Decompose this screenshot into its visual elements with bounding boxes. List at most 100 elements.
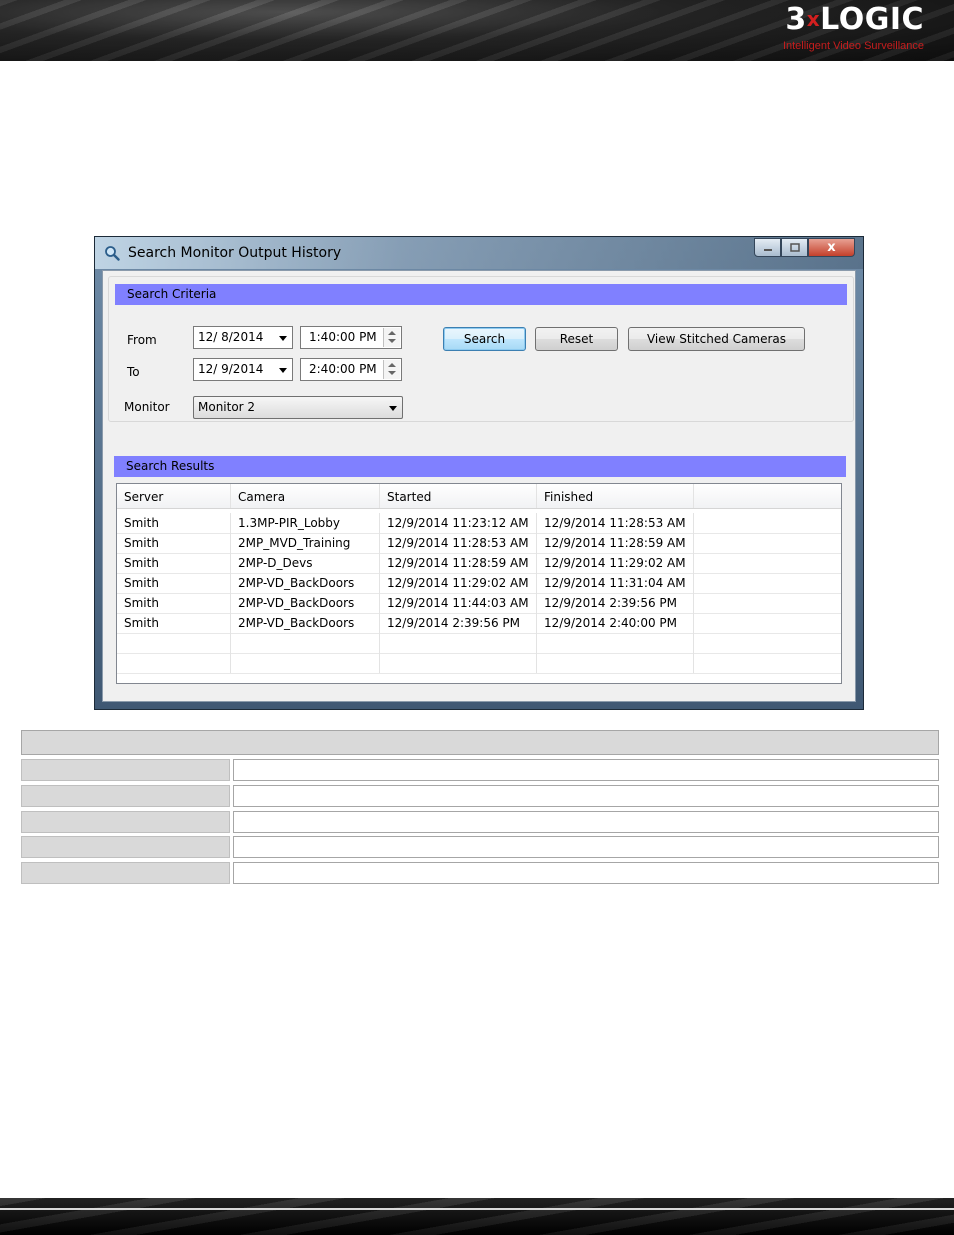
spin-up-icon[interactable] (388, 331, 396, 335)
info-table-value-cell (233, 759, 939, 781)
search-criteria-header: Search Criteria (115, 284, 847, 305)
close-icon: x (827, 240, 836, 255)
magnifier-icon (105, 246, 120, 261)
cell-server: Smith (117, 533, 231, 553)
table-row[interactable]: Smith 1.3MP-PIR_Lobby 12/9/2014 11:23:12… (117, 513, 841, 534)
table-row[interactable]: Smith 2MP-VD_BackDoors 12/9/2014 11:29:0… (117, 573, 841, 594)
logo-wordmark: 3xLOGIC (783, 2, 924, 37)
table-row[interactable]: Smith 2MP_MVD_Training 12/9/2014 11:28:5… (117, 533, 841, 554)
info-table-value-cell (233, 811, 939, 833)
info-table-value-cell (233, 836, 939, 858)
spin-down-icon[interactable] (388, 371, 396, 375)
from-date-picker[interactable]: 12/ 8/2014 (193, 326, 293, 349)
search-results-header: Search Results (114, 456, 846, 477)
info-table-label-cell (21, 836, 230, 858)
to-label: To (127, 365, 140, 379)
footer-divider (0, 1208, 954, 1210)
to-date-value: 12/ 9/2014 (198, 362, 264, 376)
info-table-value-cell (233, 862, 939, 884)
info-table-label-cell (21, 759, 230, 781)
cell-server (117, 653, 231, 673)
view-stitched-cameras-button[interactable]: View Stitched Cameras (628, 327, 805, 351)
spin-down-icon[interactable] (388, 339, 396, 343)
cell-extra (694, 593, 841, 613)
cell-finished (537, 633, 694, 653)
info-table-header (21, 730, 939, 755)
cell-server: Smith (117, 613, 231, 633)
cell-started: 12/9/2014 11:28:59 AM (380, 553, 537, 573)
cell-extra (694, 533, 841, 553)
cell-server: Smith (117, 553, 231, 573)
monitor-label: Monitor (124, 400, 170, 414)
spin-up-icon[interactable] (388, 363, 396, 367)
results-table[interactable]: Server Camera Started Finished Smith 1.3… (116, 483, 842, 684)
from-label: From (127, 333, 157, 347)
window-controls: x (754, 238, 855, 257)
cell-camera (231, 653, 380, 673)
monitor-select[interactable]: Monitor 2 (193, 396, 403, 419)
column-header-finished[interactable]: Finished (537, 484, 694, 508)
minimize-button[interactable] (754, 238, 781, 257)
info-table-label-cell (21, 862, 230, 884)
cell-finished (537, 653, 694, 673)
cell-camera: 2MP-VD_BackDoors (231, 593, 380, 613)
logo-digit: 3 (785, 2, 807, 37)
window-title: Search Monitor Output History (128, 245, 342, 261)
column-header-server[interactable]: Server (117, 484, 231, 508)
cell-extra (694, 633, 841, 653)
logo-x: x (806, 7, 821, 31)
monitor-value: Monitor 2 (198, 400, 256, 414)
cell-finished: 12/9/2014 11:31:04 AM (537, 573, 694, 593)
maximize-button[interactable] (781, 238, 808, 257)
column-header-extra (694, 484, 841, 508)
reset-button[interactable]: Reset (535, 327, 618, 351)
to-date-picker[interactable]: 12/ 9/2014 (193, 358, 293, 381)
search-monitor-window: Search Monitor Output History x Search C… (94, 236, 864, 710)
cell-finished: 12/9/2014 2:39:56 PM (537, 593, 694, 613)
logo-word: LOGIC (820, 2, 924, 37)
cell-extra (694, 513, 841, 533)
table-row[interactable] (117, 633, 841, 654)
table-row[interactable]: Smith 2MP-D_Devs 12/9/2014 11:28:59 AM 1… (117, 553, 841, 574)
info-table-label-cell (21, 811, 230, 833)
cell-camera: 1.3MP-PIR_Lobby (231, 513, 380, 533)
page-header-banner: 3xLOGIC Intelligent Video Surveillance (0, 0, 954, 61)
logo-tagline: Intelligent Video Surveillance (782, 40, 924, 52)
search-button[interactable]: Search (443, 327, 526, 351)
to-time-spinner[interactable]: 2:40:00 PM (300, 358, 402, 381)
column-header-started[interactable]: Started (380, 484, 537, 508)
footer-texture (0, 1198, 954, 1235)
spin-buttons[interactable] (383, 360, 400, 379)
cell-started: 12/9/2014 11:29:02 AM (380, 573, 537, 593)
cell-finished: 12/9/2014 11:28:53 AM (537, 513, 694, 533)
column-header-camera[interactable]: Camera (231, 484, 380, 508)
table-row[interactable]: Smith 2MP-VD_BackDoors 12/9/2014 2:39:56… (117, 613, 841, 634)
cell-camera: 2MP-VD_BackDoors (231, 573, 380, 593)
brand-logo: 3xLOGIC Intelligent Video Surveillance (783, 2, 924, 53)
window-titlebar[interactable]: Search Monitor Output History x (95, 237, 863, 269)
to-time-value: 2:40:00 PM (309, 362, 377, 376)
cell-camera (231, 633, 380, 653)
search-criteria-group: Search Criteria From 12/ 8/2014 1:40:00 … (108, 276, 854, 422)
cell-started (380, 653, 537, 673)
window-client-area: Search Criteria From 12/ 8/2014 1:40:00 … (102, 270, 856, 702)
spin-buttons[interactable] (383, 328, 400, 347)
from-time-spinner[interactable]: 1:40:00 PM (300, 326, 402, 349)
cell-server: Smith (117, 513, 231, 533)
cell-camera: 2MP-VD_BackDoors (231, 613, 380, 633)
cell-started: 12/9/2014 2:39:56 PM (380, 613, 537, 633)
cell-finished: 12/9/2014 2:40:00 PM (537, 613, 694, 633)
minimize-icon (763, 248, 772, 251)
table-row[interactable]: Smith 2MP-VD_BackDoors 12/9/2014 11:44:0… (117, 593, 841, 614)
cell-camera: 2MP_MVD_Training (231, 533, 380, 553)
cell-extra (694, 653, 841, 673)
cell-server: Smith (117, 573, 231, 593)
from-time-value: 1:40:00 PM (309, 330, 377, 344)
close-button[interactable]: x (808, 238, 855, 257)
results-table-header: Server Camera Started Finished (117, 484, 841, 509)
table-row[interactable] (117, 653, 841, 674)
info-table-label-cell (21, 785, 230, 807)
page-footer-banner (0, 1198, 954, 1235)
cell-started (380, 633, 537, 653)
chevron-down-icon (389, 406, 397, 411)
